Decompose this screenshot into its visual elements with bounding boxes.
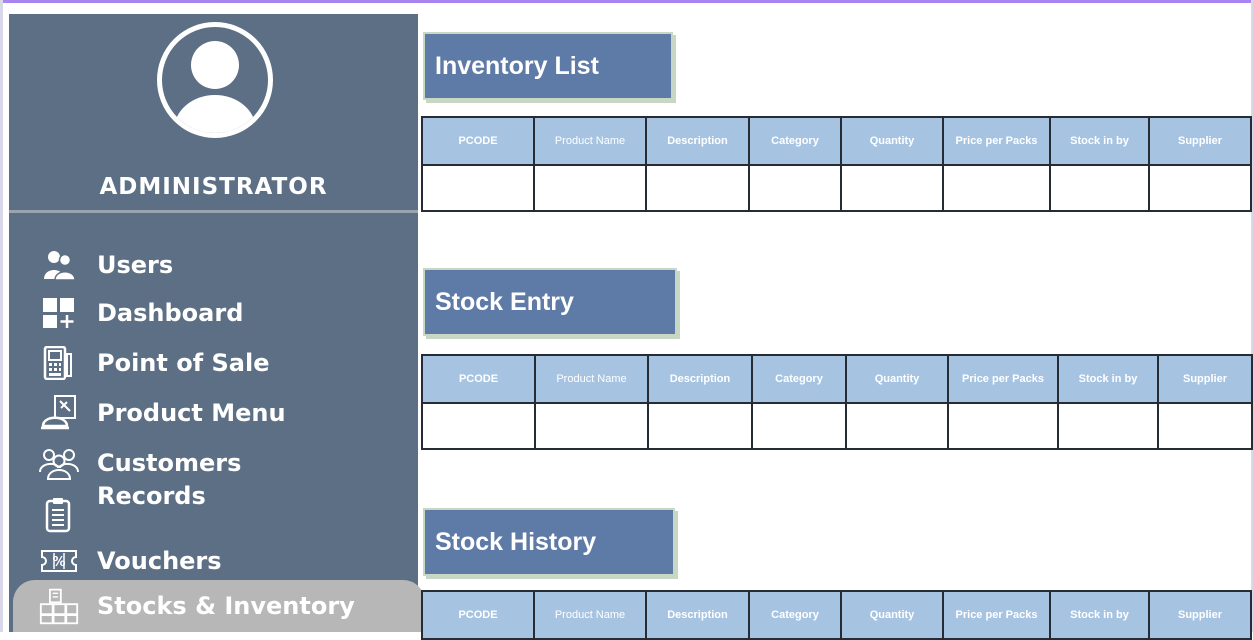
column-header: Supplier bbox=[1157, 354, 1253, 404]
voucher-icon: % bbox=[39, 543, 79, 579]
sidebar-item-label: Vouchers bbox=[97, 547, 222, 575]
column-header: PCODE bbox=[421, 354, 536, 404]
column-header: Description bbox=[647, 354, 753, 404]
sidebar-item-vouchers[interactable]: % Vouchers bbox=[9, 538, 418, 584]
table-cell[interactable] bbox=[534, 402, 649, 450]
stock-history-title: Stock History bbox=[423, 508, 675, 576]
sidebar-item-label: Dashboard bbox=[97, 299, 244, 327]
sidebar-item-dashboard[interactable]: Dashboard bbox=[9, 290, 418, 336]
column-header: Category bbox=[751, 354, 847, 404]
section-title-text: Stock History bbox=[435, 528, 597, 556]
clipboard-icon bbox=[39, 497, 79, 533]
table-cell[interactable] bbox=[751, 402, 847, 450]
inventory-list-table: PCODE Product Name Description Category … bbox=[421, 116, 1252, 212]
sidebar-item-customers[interactable]: Customers bbox=[9, 440, 418, 486]
column-header: Quantity bbox=[840, 116, 944, 166]
table-cell[interactable] bbox=[947, 402, 1059, 450]
pos-terminal-icon bbox=[39, 345, 79, 381]
stock-entry-title: Stock Entry bbox=[423, 268, 677, 336]
table-cell[interactable] bbox=[533, 164, 647, 212]
table-row bbox=[421, 402, 1253, 450]
sidebar-item-users[interactable]: Users bbox=[9, 242, 418, 288]
sidebar-item-label: Users bbox=[97, 251, 174, 279]
sidebar-item-label: Product Menu bbox=[97, 399, 286, 427]
sidebar-divider bbox=[9, 210, 418, 213]
table-row bbox=[421, 164, 1252, 212]
boxes-icon bbox=[39, 588, 79, 625]
sidebar-item-label: Stocks & Inventory bbox=[97, 592, 355, 620]
column-header: Product Name bbox=[533, 116, 647, 166]
column-header: Category bbox=[748, 116, 842, 166]
sidebar-item-stocks-inventory[interactable]: Stocks & Inventory bbox=[13, 580, 425, 632]
stock-history-table: PCODE Product Name Description Category … bbox=[421, 590, 1252, 640]
table-cell[interactable] bbox=[1157, 402, 1253, 450]
column-header: Price per Packs bbox=[942, 116, 1051, 166]
sidebar-item-product-menu[interactable]: Product Menu bbox=[9, 390, 418, 436]
table-cell[interactable] bbox=[1049, 164, 1150, 212]
table-cell[interactable] bbox=[1057, 402, 1159, 450]
column-header: Product Name bbox=[534, 354, 649, 404]
product-menu-icon bbox=[39, 395, 79, 431]
column-header: Price per Packs bbox=[947, 354, 1059, 404]
sidebar-item-label: Point of Sale bbox=[97, 349, 270, 377]
table-cell[interactable] bbox=[942, 164, 1051, 212]
table-cell[interactable] bbox=[1148, 164, 1252, 212]
section-title-text: Inventory List bbox=[435, 52, 599, 80]
column-header: PCODE bbox=[421, 116, 535, 166]
column-header: Description bbox=[645, 116, 750, 166]
section-title-text: Stock Entry bbox=[435, 288, 574, 316]
table-cell[interactable] bbox=[845, 402, 949, 450]
user-role-label: ADMINISTRATOR bbox=[99, 174, 328, 200]
column-header: Stock in by bbox=[1057, 354, 1159, 404]
table-cell[interactable] bbox=[840, 164, 944, 212]
column-header: Quantity bbox=[845, 354, 949, 404]
column-header: Supplier bbox=[1148, 116, 1252, 166]
sidebar-item-label: Records bbox=[97, 482, 206, 510]
table-cell[interactable] bbox=[748, 164, 842, 212]
customers-icon bbox=[39, 445, 79, 481]
table-header-row: PCODE Product Name Description Category … bbox=[421, 354, 1253, 404]
table-cell[interactable] bbox=[421, 402, 536, 450]
table-cell[interactable] bbox=[645, 164, 750, 212]
sidebar-item-records[interactable]: Records bbox=[9, 482, 418, 538]
sidebar-item-point-of-sale[interactable]: Point of Sale bbox=[9, 340, 418, 386]
window-left-border bbox=[0, 0, 3, 632]
column-header: Stock in by bbox=[1049, 116, 1150, 166]
window-top-border bbox=[0, 0, 1253, 3]
sidebar-item-label: Customers bbox=[97, 449, 242, 477]
table-header-row: PCODE Product Name Description Category … bbox=[421, 116, 1252, 166]
users-icon bbox=[39, 247, 79, 283]
user-avatar-icon[interactable] bbox=[157, 22, 273, 138]
dashboard-icon bbox=[39, 295, 79, 331]
table-cell[interactable] bbox=[647, 402, 753, 450]
stock-entry-table: PCODE Product Name Description Category … bbox=[421, 354, 1253, 450]
inventory-list-title: Inventory List bbox=[423, 32, 673, 100]
sidebar: ADMINISTRATOR Users Dashboard Point of S… bbox=[9, 14, 425, 632]
table-cell[interactable] bbox=[421, 164, 535, 212]
